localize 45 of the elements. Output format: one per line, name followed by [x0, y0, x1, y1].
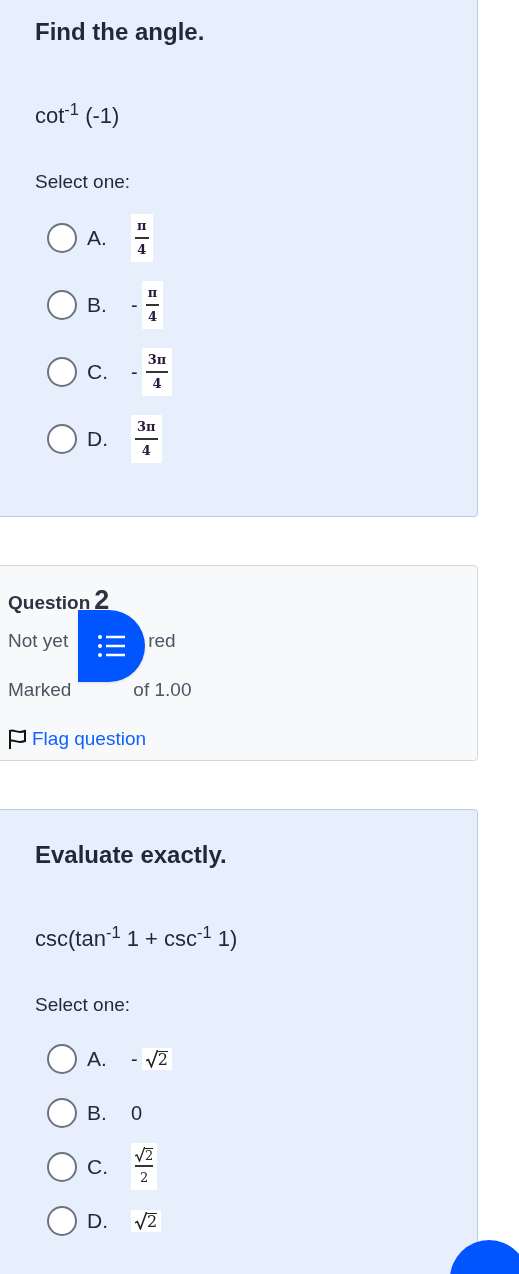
minus-sign: -: [131, 293, 138, 318]
select-instruction: Select one:: [35, 170, 132, 194]
math-fraction: 3π 4: [131, 415, 162, 463]
option-letter: C.: [87, 1153, 109, 1180]
radio-button[interactable]: [47, 223, 77, 253]
option-letter: C.: [87, 359, 109, 386]
option-letter: D.: [87, 1207, 109, 1234]
option-letter: A.: [87, 1045, 108, 1072]
radical-sign-icon: [135, 1147, 145, 1162]
radical-sign-icon: [145, 1049, 158, 1068]
radio-button[interactable]: [47, 357, 77, 387]
flag-icon: [8, 727, 28, 750]
option-letter: B.: [87, 292, 108, 319]
option-letter: D.: [87, 426, 109, 453]
marks-text: Marked: [8, 678, 72, 702]
option-letter: B.: [87, 1099, 108, 1126]
status-text: Not yet: [8, 628, 69, 653]
math-expression: csc(tan$^{-1}$ 1 + csc$^{-1}$ 1): [35, 922, 239, 953]
status-text: red: [148, 628, 176, 653]
radio-button[interactable]: [47, 1043, 77, 1074]
math-root: 2: [141, 1047, 172, 1070]
marks-text: of 1.00: [133, 678, 192, 702]
select-instruction: Select one:: [35, 993, 132, 1017]
radio-button[interactable]: [47, 290, 77, 320]
question-number: 2: [94, 584, 110, 617]
math-expression: cot$^{-1}$ (-1): [35, 99, 121, 130]
answer-text: 0: [131, 1100, 143, 1126]
math-fraction: π 4: [131, 214, 153, 262]
question-label: Question: [8, 591, 91, 615]
radio-button[interactable]: [47, 1097, 77, 1128]
math-fraction: 3π 4: [141, 348, 173, 396]
radical-sign-icon: [135, 1211, 147, 1230]
math-root: 2: [131, 1209, 162, 1232]
question-prompt: Find the angle.: [35, 17, 206, 47]
math-fraction: 2 2: [131, 1143, 158, 1190]
minus-sign: -: [131, 1046, 138, 1072]
minus-sign: -: [131, 360, 138, 385]
question-prompt: Evaluate exactly.: [35, 840, 228, 870]
flag-question-link[interactable]: Flag question: [32, 724, 147, 753]
list-icon: [96, 634, 127, 658]
radio-button[interactable]: [47, 1205, 77, 1236]
math-fraction: π 4: [141, 281, 164, 329]
radio-button[interactable]: [47, 1151, 77, 1182]
radio-button[interactable]: [47, 424, 77, 454]
option-letter: A.: [87, 225, 108, 252]
